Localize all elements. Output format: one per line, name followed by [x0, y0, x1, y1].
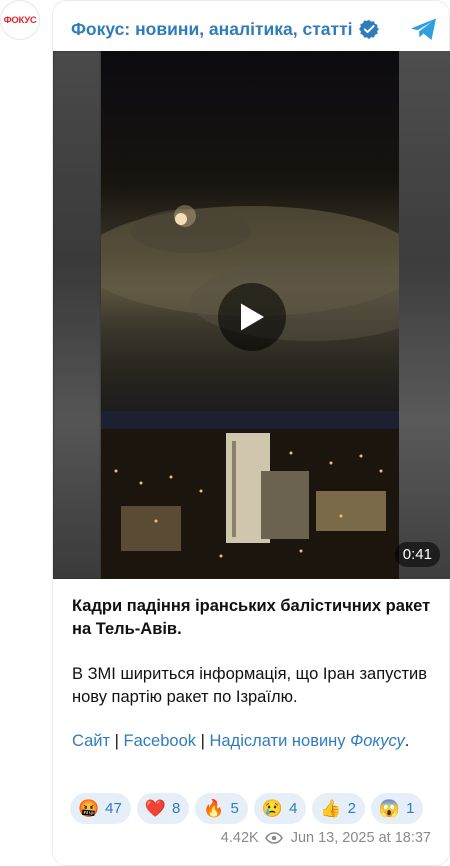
heart-icon: ❤️	[144, 799, 167, 818]
post-header: Фокус: новини, аналітика, статті	[71, 15, 441, 43]
submit-news-link[interactable]: Надіслати новину	[209, 732, 345, 750]
links-period: .	[404, 732, 410, 750]
post-meta: 4.42K Jun 13, 2025 at 18:37	[221, 830, 431, 846]
channel-avatar[interactable]: ФОКУС	[0, 0, 40, 40]
reaction-crying[interactable]: 😢 4	[253, 793, 307, 824]
view-count: 4.42K	[220, 830, 259, 846]
facebook-link[interactable]: Facebook	[124, 732, 196, 750]
video-duration-badge: 0:41	[394, 542, 440, 567]
post-date: Jun 13, 2025 at 18:37	[290, 830, 431, 846]
link-separator: |	[196, 732, 210, 750]
reaction-thumbs-up[interactable]: 👍 2	[312, 793, 365, 824]
video-blur-left	[53, 51, 101, 579]
site-link[interactable]: Сайт	[72, 732, 110, 750]
angry-face-icon: 🤬	[78, 799, 100, 818]
reactions-bar: 🤬 47 ❤️ 8 🔥 5 😢 4 👍 2 😱 1	[70, 793, 424, 824]
link-separator: |	[110, 732, 124, 750]
reaction-angry[interactable]: 🤬 47	[70, 793, 131, 824]
reaction-fire[interactable]: 🔥 5	[195, 793, 248, 824]
reaction-count: 2	[347, 800, 356, 817]
fire-icon: 🔥	[203, 799, 225, 818]
reaction-count: 1	[406, 800, 415, 817]
screaming-face-icon: 😱	[378, 799, 401, 818]
play-icon	[241, 303, 264, 331]
reaction-count: 47	[105, 800, 122, 817]
reaction-heart[interactable]: ❤️ 8	[136, 793, 190, 824]
post-text: Кадри падіння іранських балістичних раке…	[72, 595, 442, 753]
crying-face-icon: 😢	[261, 799, 284, 818]
post-links: Сайт | Facebook | Надіслати новину Фокус…	[72, 730, 442, 753]
post-card: Фокус: новини, аналітика, статті 0:41 Ка…	[52, 0, 450, 866]
video-blur-right	[399, 51, 450, 579]
post-body: В ЗМІ шириться інформація, що Іран запус…	[72, 665, 427, 706]
submit-news-link-tail[interactable]: Фокусу	[350, 732, 405, 750]
avatar-logo-text: ФОКУС	[3, 14, 37, 26]
eye-icon	[264, 832, 283, 844]
verified-badge-icon	[358, 19, 379, 39]
channel-name[interactable]: Фокус: новини, аналітика, статті	[71, 19, 353, 40]
telegram-share-icon[interactable]	[409, 15, 439, 43]
reaction-count: 4	[289, 800, 298, 817]
play-button[interactable]	[218, 283, 286, 351]
video-player[interactable]: 0:41	[53, 51, 450, 579]
reaction-count: 5	[230, 800, 239, 817]
reaction-screaming[interactable]: 😱 1	[370, 793, 424, 824]
post-headline: Кадри падіння іранських балістичних раке…	[72, 597, 431, 638]
thumbs-up-icon: 👍	[320, 799, 342, 818]
reaction-count: 8	[172, 800, 181, 817]
